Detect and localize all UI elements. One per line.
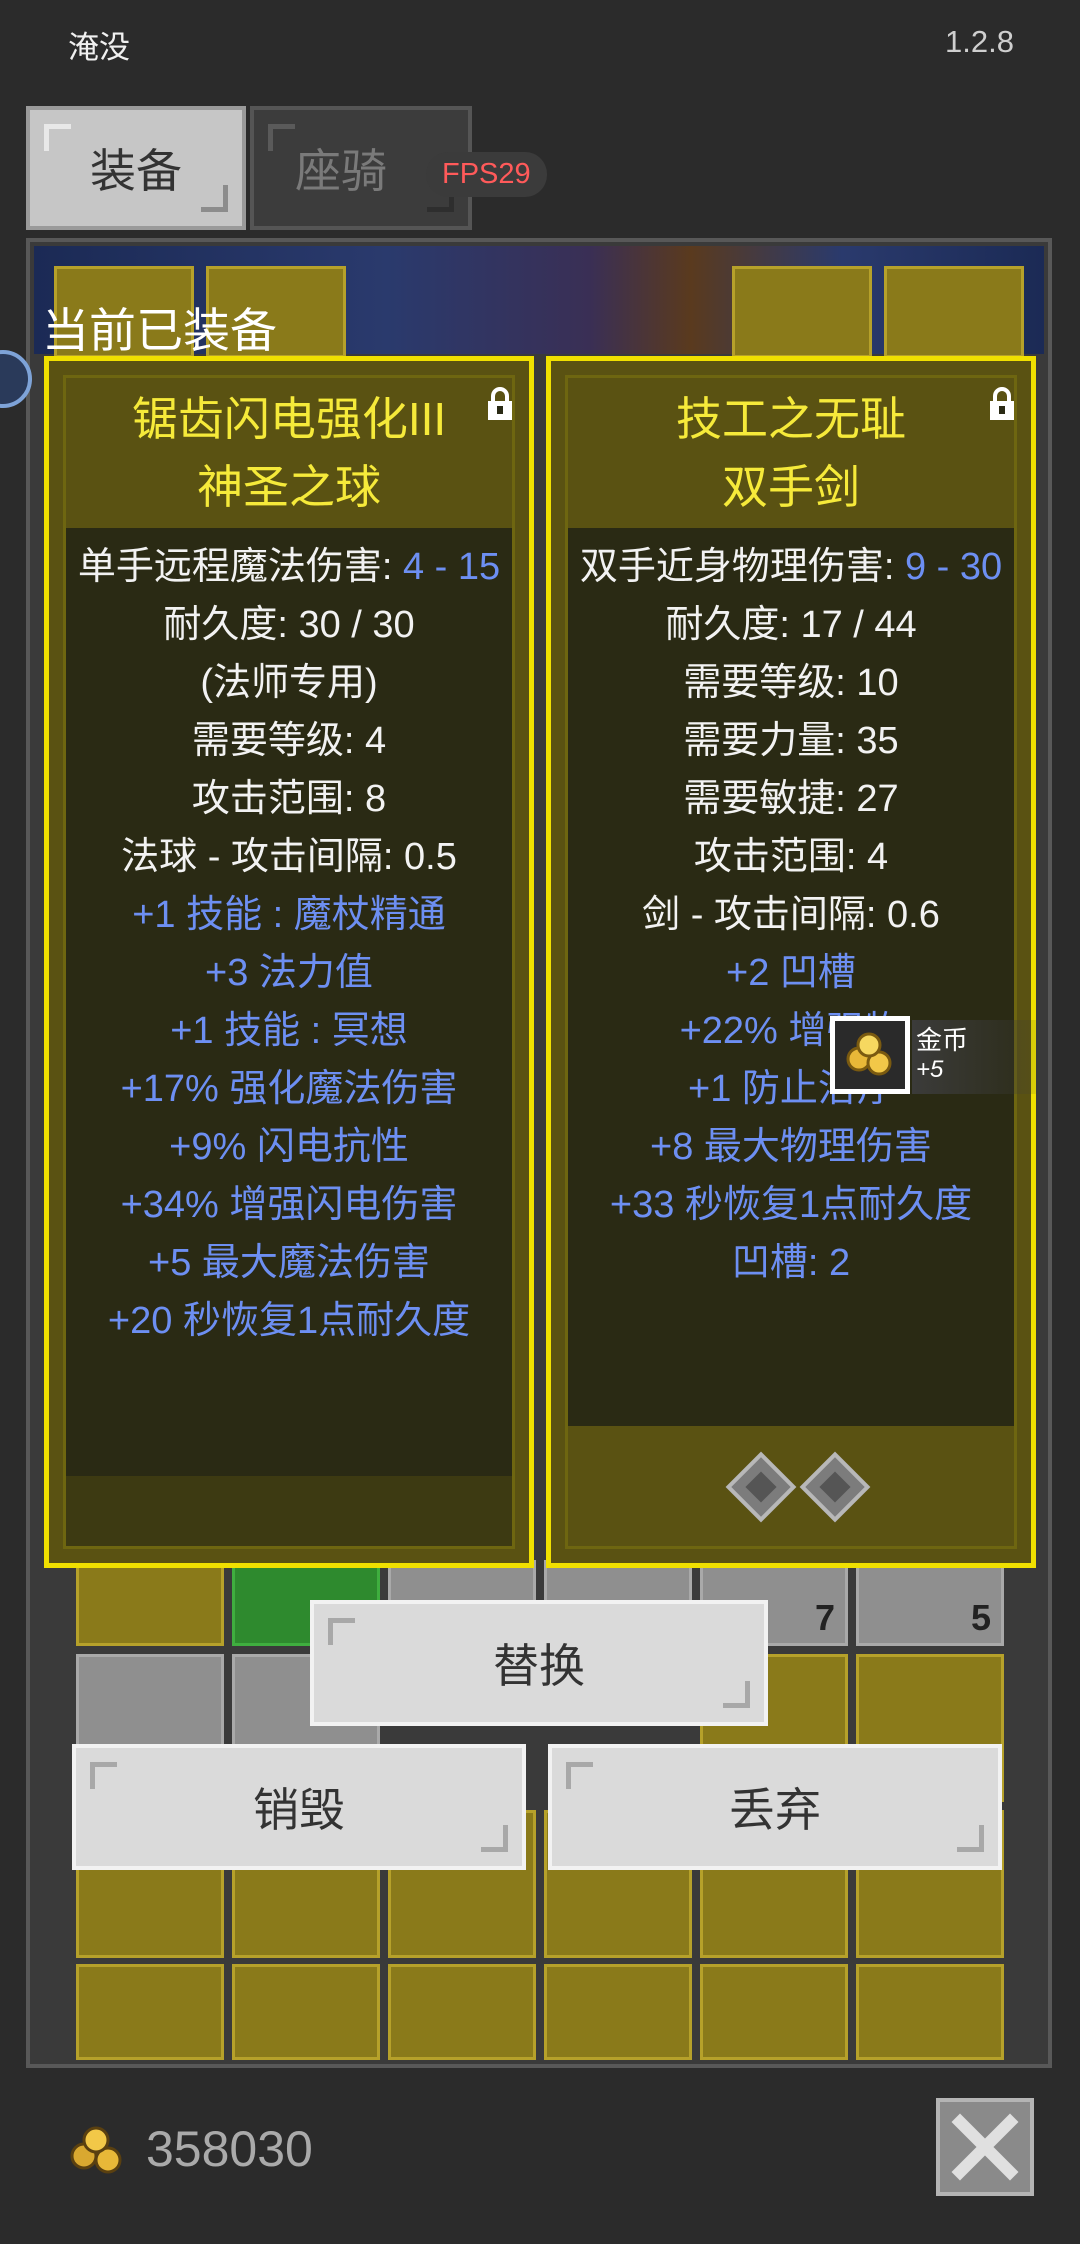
item-type: 双手剑 — [722, 461, 860, 513]
stat-line: +34% 增强闪电伤害 — [120, 1184, 458, 1226]
replace-button-label: 替换 — [493, 1640, 585, 1692]
stat-line: 剑 - 攻击间隔: 0.6 — [642, 894, 940, 936]
stat-line: (法师专用) — [200, 662, 378, 704]
item-name: 技工之无耻 — [676, 393, 906, 445]
empty-socket-icon — [799, 1451, 871, 1523]
stat-line: 需要等级: 10 — [683, 662, 899, 704]
stat-line: +1 技能 : 魔杖精通 — [132, 894, 446, 936]
inventory-slot[interactable]: 5 — [856, 1560, 1004, 1646]
stat-line: +20 秒恢复1点耐久度 — [107, 1300, 471, 1342]
equip-slot[interactable] — [732, 266, 872, 358]
stat-line: +17% 强化魔法伤害 — [120, 1068, 458, 1110]
stat-line: 耐久度: 17 / 44 — [665, 604, 917, 646]
stat-line: +1 技能 : 冥想 — [170, 1010, 408, 1052]
stat-line: 需要等级: 4 — [191, 720, 387, 762]
lock-icon[interactable] — [988, 386, 1016, 422]
stat-line: +3 法力值 — [205, 952, 373, 994]
fps-counter: FPS29 — [426, 152, 547, 197]
destroy-button[interactable]: 销毁 — [72, 1744, 526, 1870]
inventory-slot[interactable] — [388, 1964, 536, 2060]
item-name: 锯齿闪电强化III — [131, 393, 447, 445]
version-label: 1.2.8 — [945, 24, 1014, 59]
item-stats: 双手近身物理伤害: 9 - 30 耐久度: 17 / 44 需要等级: 10 需… — [568, 538, 1014, 1292]
replace-button[interactable]: 替换 — [310, 1600, 768, 1726]
stat-line: 耐久度: 30 / 30 — [163, 604, 415, 646]
stat-line: 双手近身物理伤害: 9 - 30 — [579, 546, 1003, 588]
inventory-slot[interactable] — [76, 1964, 224, 2060]
gold-coin-icon — [830, 1016, 910, 1094]
inventory-slot[interactable] — [544, 1964, 692, 2060]
stat-line: 凹槽: 2 — [731, 1242, 851, 1284]
stat-line: 攻击范围: 8 — [191, 778, 387, 820]
tab-equipment[interactable]: 装备 — [26, 106, 246, 230]
stat-line: +33 秒恢复1点耐久度 — [609, 1184, 973, 1226]
inventory-slot[interactable] — [856, 1964, 1004, 2060]
inventory-slot[interactable] — [76, 1560, 224, 1646]
pickup-name: 金币 — [916, 1025, 969, 1055]
game-title: 淹没 — [68, 30, 130, 65]
stat-line: 法球 - 攻击间隔: 0.5 — [121, 836, 457, 878]
item-type: 神圣之球 — [197, 461, 381, 513]
gold-total: 358030 — [146, 2121, 313, 2177]
discard-button[interactable]: 丢弃 — [548, 1744, 1002, 1870]
pickup-amount: +5 — [916, 1056, 944, 1083]
close-icon — [951, 2113, 1019, 2181]
item-name-header: 锯齿闪电强化III 神圣之球 — [66, 378, 512, 528]
stat-line: +8 最大物理伤害 — [650, 1126, 932, 1168]
stat-line: 需要敏捷: 27 — [683, 778, 899, 820]
stat-line: +9% 闪电抗性 — [169, 1126, 409, 1168]
stat-line: 单手远程魔法伤害: 4 - 15 — [77, 546, 501, 588]
stat-line: 需要力量: 35 — [683, 720, 899, 762]
equipped-label: 当前已装备 — [42, 304, 277, 357]
item-name-header: 技工之无耻 双手剑 — [568, 378, 1014, 528]
item-card-new: 技工之无耻 双手剑 双手近身物理伤害: 9 - 30 耐久度: 17 / 44 … — [546, 356, 1036, 1568]
gold-icon — [66, 2122, 128, 2183]
socket-area — [568, 1426, 1014, 1546]
equip-slot[interactable] — [884, 266, 1024, 358]
inventory-slot[interactable] — [700, 1964, 848, 2060]
item-stats: 单手远程魔法伤害: 4 - 15 耐久度: 30 / 30 (法师专用) 需要等… — [66, 538, 512, 1350]
item-card-equipped: 锯齿闪电强化III 神圣之球 单手远程魔法伤害: 4 - 15 耐久度: 30 … — [44, 356, 534, 1568]
lock-icon[interactable] — [486, 386, 514, 422]
inventory-slot[interactable] — [232, 1964, 380, 2060]
discard-button-label: 丢弃 — [729, 1784, 821, 1836]
stat-line: 攻击范围: 4 — [693, 836, 889, 878]
tab-equipment-label: 装备 — [90, 145, 182, 197]
stat-line: +2 凹槽 — [726, 952, 856, 994]
tab-mount-label: 座骑 — [295, 145, 387, 197]
destroy-button-label: 销毁 — [253, 1784, 345, 1836]
item-count: 7 — [814, 1597, 835, 1638]
close-button[interactable] — [936, 2098, 1034, 2196]
empty-socket-icon — [725, 1451, 797, 1523]
item-count: 5 — [970, 1597, 991, 1638]
stat-line: +5 最大魔法伤害 — [148, 1242, 430, 1284]
